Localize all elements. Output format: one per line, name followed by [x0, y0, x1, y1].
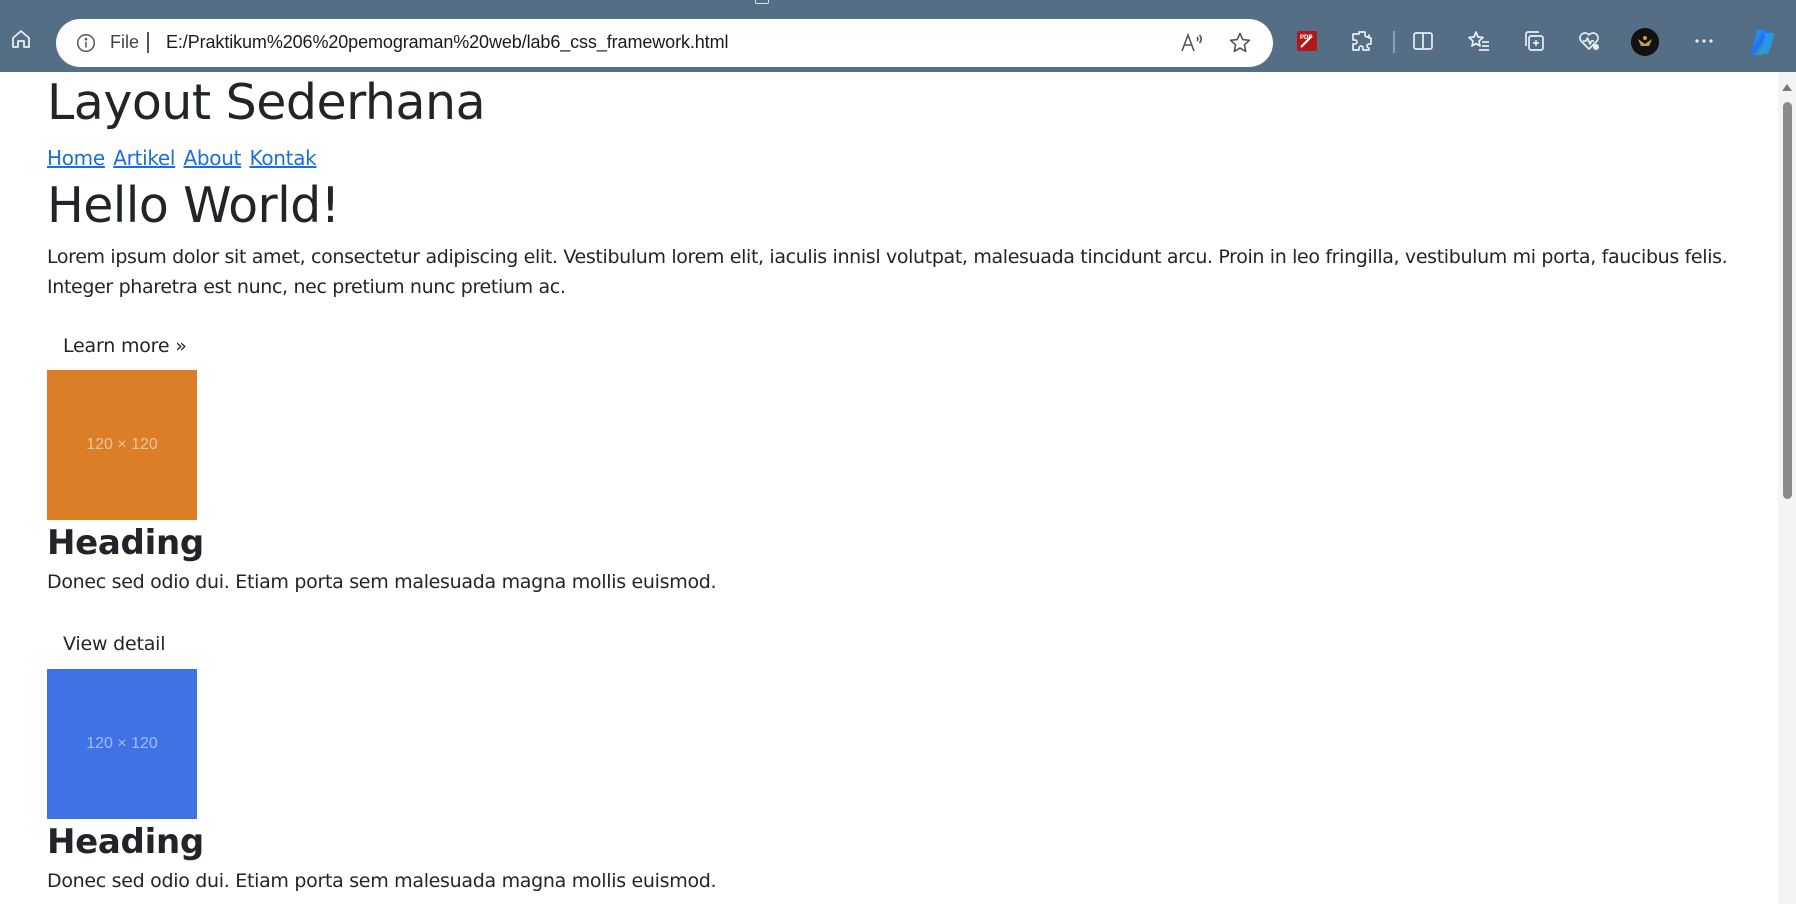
hero-lead-text: Lorem ipsum dolor sit amet, consectetur … — [47, 246, 1728, 298]
scrollbar-thumb[interactable] — [1783, 102, 1792, 499]
favorite-star-icon[interactable] — [1228, 31, 1252, 55]
card-text: Donec sed odio dui. Etiam porta sem male… — [47, 571, 717, 593]
nav-link-about[interactable]: About — [184, 146, 242, 170]
card-heading: Heading — [47, 822, 204, 862]
profile-avatar[interactable] — [1631, 28, 1659, 56]
card-image-placeholder: 120 × 120 — [47, 669, 197, 819]
nav-link-home[interactable]: Home — [47, 146, 105, 170]
nav-menu: Home Artikel About Kontak — [47, 145, 318, 171]
scroll-up-arrow-icon[interactable] — [1782, 84, 1792, 91]
tab-strip-icon — [755, 0, 769, 4]
url-text[interactable]: E:/Praktikum%206%20pemograman%20web/lab6… — [166, 32, 728, 53]
file-scheme-label: File — [110, 32, 140, 52]
extensions-icon[interactable] — [1349, 28, 1375, 54]
address-bar[interactable]: File E:/Praktikum%206%20pemograman%20web… — [56, 19, 1273, 67]
learn-more-button[interactable]: Learn more » — [63, 333, 187, 359]
hero-title: Hello World! — [47, 177, 340, 234]
image-size-label: 120 × 120 — [86, 735, 158, 752]
image-size-label: 120 × 120 — [86, 436, 158, 453]
site-title: Layout Sederhana — [47, 74, 486, 131]
more-options-icon[interactable] — [1691, 28, 1717, 54]
split-screen-icon[interactable] — [1410, 28, 1436, 54]
card-heading: Heading — [47, 523, 204, 563]
address-separator — [147, 32, 149, 53]
toolbar-separator — [1393, 31, 1395, 53]
collections-icon[interactable] — [1521, 28, 1547, 54]
card-text: Donec sed odio dui. Etiam porta sem male… — [47, 870, 717, 892]
favorites-icon[interactable] — [1466, 28, 1492, 54]
card-image-placeholder: 120 × 120 — [47, 370, 197, 520]
pdf-extension-icon[interactable]: PDF — [1294, 28, 1320, 54]
nav-link-kontak[interactable]: Kontak — [250, 146, 317, 170]
home-icon[interactable] — [8, 26, 34, 52]
page-viewport: Layout Sederhana Home Artikel About Kont… — [0, 72, 1778, 904]
browser-essentials-icon[interactable] — [1576, 28, 1602, 54]
vertical-scrollbar[interactable] — [1778, 72, 1796, 904]
read-aloud-icon[interactable] — [1179, 31, 1205, 55]
browser-toolbar: File E:/Praktikum%206%20pemograman%20web… — [0, 0, 1796, 72]
view-detail-button[interactable]: View detail — [63, 631, 166, 657]
info-icon[interactable] — [76, 33, 96, 53]
nav-link-artikel[interactable]: Artikel — [113, 146, 175, 170]
copilot-icon[interactable] — [1747, 27, 1777, 57]
